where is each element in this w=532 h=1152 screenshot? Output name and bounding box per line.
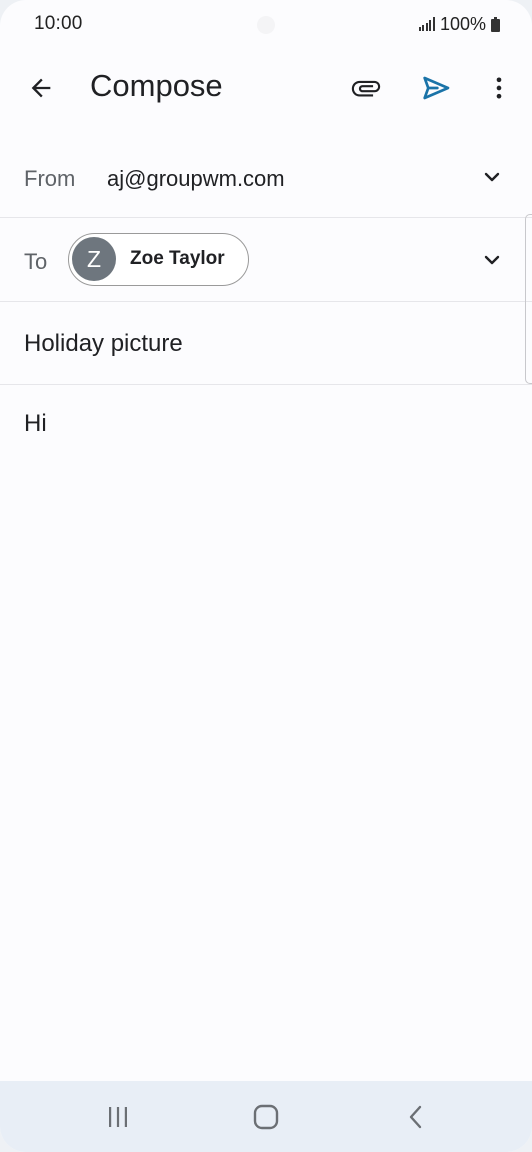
nav-back-icon [409,1105,422,1129]
status-time: 10:00 [34,13,83,34]
chevron-down-icon[interactable] [480,165,504,189]
body-input[interactable]: Hi [24,410,47,438]
recipient-chip[interactable]: Z Zoe Taylor [68,233,249,286]
recipient-name: Zoe Taylor [130,248,225,269]
send-button[interactable] [412,64,460,112]
edge-panel-handle[interactable] [525,214,532,384]
status-bar: 10:00 100% [0,0,532,50]
send-icon [423,76,450,100]
more-vert-icon [496,77,502,99]
status-icons: 100% [418,13,500,35]
chevron-down-icon[interactable] [480,248,504,272]
subject-input[interactable]: Holiday picture [24,330,183,358]
more-options-button[interactable] [475,64,523,112]
recents-button[interactable] [94,1093,142,1141]
to-label: To [24,249,48,274]
paperclip-icon [351,80,381,97]
battery-icon [491,16,500,32]
subject-field[interactable]: Holiday picture [0,302,532,385]
avatar: Z [72,237,116,281]
nav-back-button[interactable] [392,1093,440,1141]
front-camera [257,16,275,34]
to-field[interactable]: To Z Zoe Taylor [0,218,532,302]
navigation-bar [0,1081,532,1152]
app-bar: Compose [0,50,532,126]
battery-percent: 100% [439,13,486,34]
home-icon [253,1104,279,1130]
back-button[interactable] [17,64,65,112]
recents-icon [109,1107,127,1127]
from-label: From [24,166,76,191]
back-arrow-icon [31,78,51,98]
from-field[interactable]: From aj@groupwm.com [0,137,532,218]
signal-icon [418,17,435,31]
page-title: Compose [90,68,223,103]
from-address: aj@groupwm.com [107,166,285,191]
compose-screen: 10:00 100% Compose From aj@groupwm.com T… [0,0,532,1152]
attach-button[interactable] [342,64,390,112]
home-button[interactable] [242,1093,290,1141]
